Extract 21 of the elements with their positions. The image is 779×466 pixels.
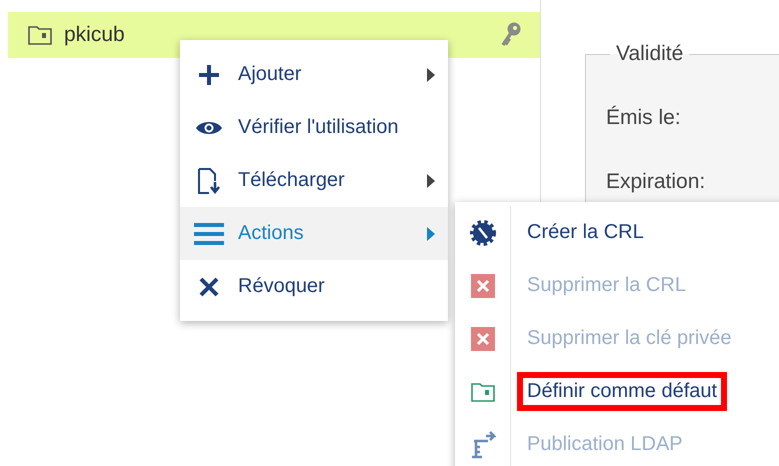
folder-icon bbox=[470, 382, 494, 402]
menu-item[interactable]: Vérifier l'utilisation bbox=[180, 101, 448, 154]
delete-icon bbox=[470, 326, 494, 350]
plus-icon bbox=[197, 62, 221, 86]
field-label: Expiration: bbox=[606, 170, 706, 194]
folder-icon bbox=[28, 25, 52, 45]
panel-legend: Validité bbox=[610, 42, 690, 66]
tree-item-label: pkicub bbox=[64, 23, 126, 47]
submenu-item[interactable]: Définir comme défaut bbox=[525, 376, 720, 406]
close-icon bbox=[199, 276, 219, 296]
menu-item[interactable]: Révoquer bbox=[180, 260, 448, 313]
menu-icon bbox=[194, 222, 224, 246]
file-download-icon bbox=[197, 166, 221, 194]
submenu-item[interactable]: Créer la CRL bbox=[525, 217, 646, 247]
gear-icon bbox=[468, 218, 496, 246]
publish-icon bbox=[470, 430, 496, 458]
delete-icon bbox=[470, 274, 494, 298]
field-label: Émis le: bbox=[606, 106, 682, 130]
menu-item[interactable]: Actions bbox=[180, 207, 448, 260]
menu-item[interactable]: Télécharger bbox=[180, 154, 448, 207]
key-icon bbox=[500, 22, 522, 48]
